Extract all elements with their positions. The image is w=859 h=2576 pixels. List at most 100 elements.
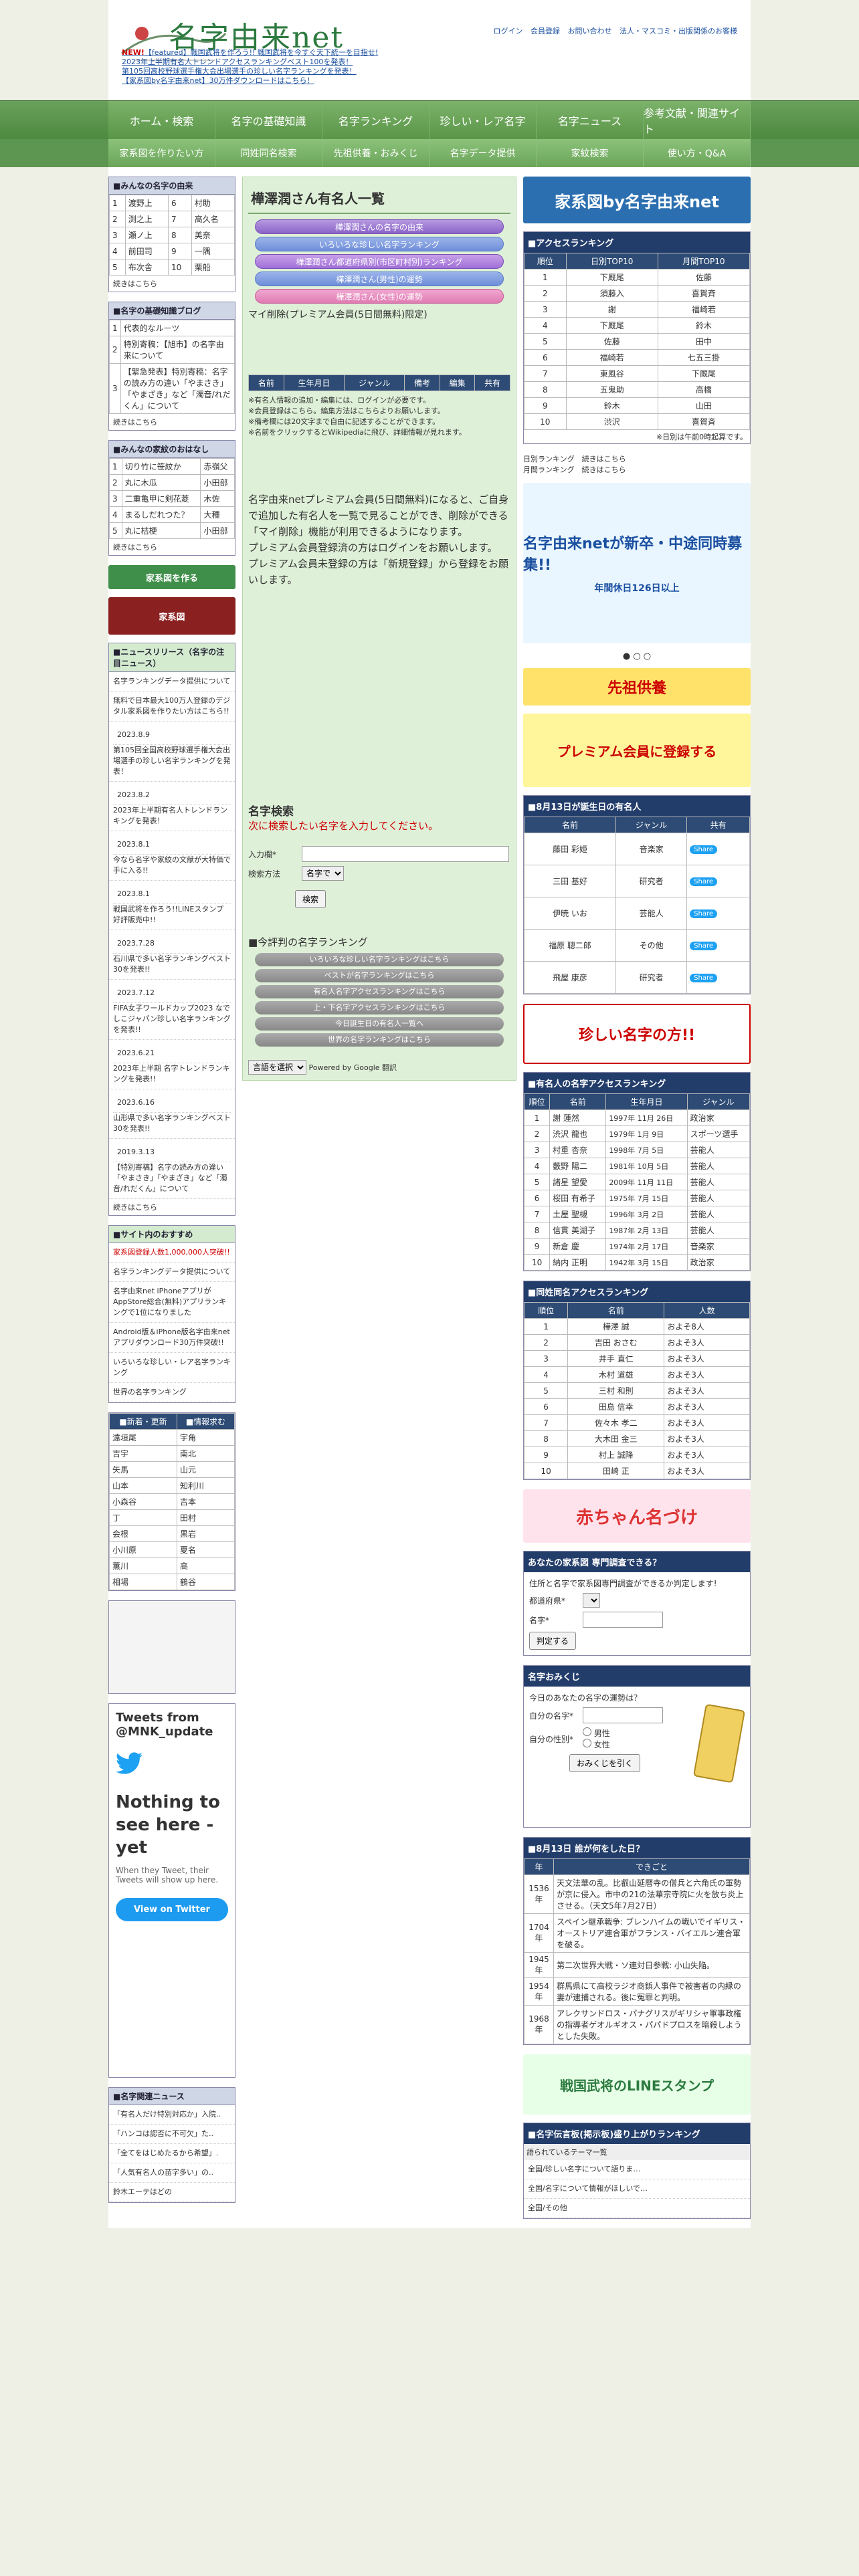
language-select[interactable]: 言語を選択 bbox=[248, 1060, 306, 1075]
list-item[interactable]: 名字由来net iPhoneアプリがAppStore総合(無料)アプリランキング… bbox=[109, 1282, 235, 1323]
table-row: 1 下厩尾 佐藤 bbox=[524, 269, 751, 286]
list-item[interactable]: 2023.6.16 山形県で多い名字ランキングベスト30を発表!! bbox=[109, 1089, 235, 1139]
board-box: ■名字伝言板(掲示板)盛り上がりランキング 語られているテーマ一覧 全国/珍しい… bbox=[523, 2123, 751, 2219]
search-method-select[interactable]: 名字で bbox=[302, 866, 344, 881]
subnav-kamon[interactable]: 家紋検索 bbox=[537, 139, 644, 167]
header-links: ログイン 会員登録 お問い合わせ 法人・マスコミ・出版関係のお客様 bbox=[488, 25, 738, 36]
origin-pill[interactable]: 樺澤潤さんの名字の由来 bbox=[255, 219, 504, 234]
list-item[interactable]: 無料で日本最大100万人登録のデジタル家系図を作りたい方はこちら!! bbox=[109, 691, 235, 722]
list-item[interactable]: 世界の名字ランキング bbox=[109, 1383, 235, 1402]
my-delete-link[interactable]: マイ削除(プレミアム会員(5日間無料)限定) bbox=[248, 308, 510, 321]
subnav-data[interactable]: 名字データ提供 bbox=[430, 139, 537, 167]
male-fortune-pill[interactable]: 樺澤潤さん(男性)の運勢 bbox=[255, 272, 504, 286]
list-item[interactable]: 2023.8.1 戦国武将を作ろう!!LINEスタンプ 好評販売中!! bbox=[109, 881, 235, 930]
kakeizu-count-banner[interactable]: 家系図 bbox=[108, 597, 235, 635]
contact-link[interactable]: お問い合わせ bbox=[568, 27, 612, 35]
prefecture-select[interactable] bbox=[583, 1593, 600, 1608]
rare-ranking-pill[interactable]: いろいろな珍しい名字ランキング bbox=[255, 237, 504, 251]
omikuji-button[interactable]: おみくじを引く bbox=[569, 1754, 641, 1772]
premium-banner[interactable]: プレミアム会員に登録する bbox=[523, 714, 751, 787]
share-button[interactable]: Share bbox=[690, 973, 718, 982]
register-link[interactable]: 会員登録 bbox=[531, 27, 560, 35]
kakeizu-name-input[interactable] bbox=[583, 1612, 663, 1628]
pref-ranking-pill[interactable]: 樺澤潤さん都道府県別(市区町村別)ランキング bbox=[255, 254, 504, 269]
list-item[interactable]: 2023.8.1 今なら名字や家紋の文献が大特価で手に入る!! bbox=[109, 831, 235, 881]
table-row: 1 渡野上 6 村助 bbox=[109, 195, 235, 211]
subnav-kakeizu[interactable]: 家系図を作りたい方 bbox=[108, 139, 215, 167]
view-on-twitter-button[interactable]: View on Twitter bbox=[116, 1898, 228, 1921]
share-button[interactable]: Share bbox=[690, 941, 718, 950]
line-stamp-banner[interactable]: 戦国武将のLINEスタンプ bbox=[523, 2054, 751, 2115]
list-item[interactable]: 2023.6.21 2023年上半期 名字トレンドランキングを発表!! bbox=[109, 1040, 235, 1089]
premium-info: 名字由来netプレミアム会員(5日間無料)になると、ご自身で追加した有名人を一覧… bbox=[248, 494, 509, 586]
recruit-ad[interactable]: 名字由来netが新卒・中途同時募集!! 年間休日126日以上 bbox=[523, 483, 751, 643]
ticker-item[interactable]: 2023年上半期有名人トレンドアクセスランキングベスト100を発表！ bbox=[122, 58, 378, 67]
more-link[interactable]: 続きはこちら bbox=[109, 414, 235, 430]
more-link[interactable]: 続きはこちら bbox=[109, 276, 235, 292]
nav-basics[interactable]: 名字の基礎知識 bbox=[215, 101, 322, 139]
more-link[interactable]: 続きはこちら bbox=[109, 1199, 235, 1215]
login-link[interactable]: ログイン bbox=[494, 27, 523, 35]
list-item[interactable]: Android版＆iPhone版名字由来netアプリダウンロード30万件突破!! bbox=[109, 1323, 235, 1353]
list-item[interactable]: 2019.3.13 【特別寄稿】名字の読み方の違い「やまさき」「やまざき」など「濁… bbox=[109, 1139, 235, 1199]
kakeizu-banner[interactable]: 家系図を作る bbox=[108, 565, 235, 589]
judge-button[interactable]: 判定する bbox=[529, 1632, 577, 1650]
share-button[interactable]: Share bbox=[690, 877, 718, 886]
list-item[interactable]: 2023.8.9 第105回全国高校野球選手権大会出場選手の珍しい名字ランキングを… bbox=[109, 722, 235, 782]
list-item[interactable]: 2023.7.12 FIFA女子ワールドカップ2023 なでしこジャパン珍しい名字… bbox=[109, 980, 235, 1040]
nav-references[interactable]: 参考文献・関連サイト bbox=[644, 101, 751, 139]
omikuji-name-input[interactable] bbox=[583, 1707, 663, 1723]
nav-news[interactable]: 名字ニュース bbox=[537, 101, 644, 139]
subnav-samename[interactable]: 同姓同名検索 bbox=[215, 139, 322, 167]
list-item[interactable]: いろいろな珍しい・レア名字ランキング bbox=[109, 1353, 235, 1383]
table-row: 三田 基好 研究者 Share bbox=[523, 865, 750, 897]
ticker-item[interactable]: 第105回高校野球選手権大会出場選手の珍しい名字ランキングを発表！ bbox=[122, 67, 378, 76]
ticker-item[interactable]: NEW!【featured】戦国武将を作ろう!! 戦国武将を今すぐ天下統一を目指… bbox=[122, 48, 378, 58]
list-item[interactable]: 名字ランキングデータ提供について bbox=[109, 672, 235, 691]
kakeizu-app-banner[interactable]: 家系図by名字由来net bbox=[523, 177, 751, 223]
female-fortune-pill[interactable]: 樺澤潤さん(女性)の運勢 bbox=[255, 289, 504, 304]
table-row: 遠垣尾 宇角 bbox=[108, 1429, 235, 1446]
nav-rare[interactable]: 珍しい・レア名字 bbox=[430, 101, 537, 139]
ticker-item[interactable]: 【家系図by名字由来net】30万件ダウンロードはこちら！ bbox=[122, 76, 378, 86]
news-release-box: ■ニュースリリース（名字の注目ニュース） 名字ランキングデータ提供について 無料… bbox=[108, 643, 235, 1216]
female-radio[interactable] bbox=[583, 1739, 591, 1747]
list-item[interactable]: 「人気有名人の苗字多い」の.. bbox=[109, 2163, 235, 2183]
subnav-help[interactable]: 使い方・Q&A bbox=[644, 139, 751, 167]
translate-widget: 言語を選択 Powered by Google 翻訳 bbox=[248, 1060, 510, 1075]
table-row: 7 東風谷 下厩尾 bbox=[524, 365, 751, 382]
search-button[interactable]: 検索 bbox=[295, 890, 326, 908]
share-button[interactable]: Share bbox=[690, 845, 718, 854]
list-item[interactable]: 「ハンコは認否に不可欠」た.. bbox=[109, 2125, 235, 2144]
list-item[interactable]: 「有名人だけ特別対応か」入院.. bbox=[109, 2105, 235, 2125]
corporate-link[interactable]: 法人・マスコミ・出版関係のお客様 bbox=[619, 27, 737, 35]
nav-ranking[interactable]: 名字ランキング bbox=[322, 101, 430, 139]
carousel-dots[interactable]: ● ○ ○ bbox=[523, 651, 751, 661]
list-item[interactable]: 名字ランキングデータ提供について bbox=[109, 1263, 235, 1282]
baby-name-banner[interactable]: 赤ちゃん名づけ bbox=[523, 1489, 751, 1543]
list-item[interactable]: 家系図登録人数1,000,000人突破!! bbox=[109, 1243, 235, 1263]
list-item[interactable]: 全国/その他 bbox=[524, 2199, 750, 2218]
basics-blog-box: ■名字の基礎知識ブログ 1 代表的なルーツ 2 特別寄稿：【旭市】の名字由来について… bbox=[108, 302, 235, 431]
nav-home[interactable]: ホーム・検索 bbox=[108, 101, 215, 139]
subnav-omikuji[interactable]: 先祖供養・おみくじ bbox=[322, 139, 430, 167]
list-item[interactable]: 2023.7.28 石川県で多い名字ランキングベスト30を発表!! bbox=[109, 930, 235, 980]
list-item[interactable]: 鈴木エーテはどの bbox=[109, 2183, 235, 2202]
history-box: ■8月13日 誰が何をした日？ 年できごと 1536年 天文法華の乱。比叡山延暦寺… bbox=[523, 1837, 751, 2045]
table-row: 8 信貫 美湖子 1987年 2月 13日 芸能人 bbox=[523, 1222, 751, 1239]
new-info-box: ■新着・更新 ■情報求む 遠垣尾 宇角 吉宇 南北 矢馬 山元 山本 知利川 小森谷 吉本 … bbox=[108, 1412, 235, 1591]
facebook-widget[interactable] bbox=[108, 1600, 235, 1694]
more-link[interactable]: 続きはこちら bbox=[109, 539, 235, 555]
list-item[interactable]: 全国/珍しい名字について語りま… bbox=[524, 2160, 750, 2179]
list-item[interactable]: 全国/名字について情報がほしいで… bbox=[524, 2179, 750, 2199]
list-item[interactable]: 「全てをはじめたるから希望」. bbox=[109, 2144, 235, 2163]
rare-name-banner[interactable]: 珍しい名字の方!! bbox=[523, 1004, 751, 1064]
share-button[interactable]: Share bbox=[690, 909, 718, 918]
search-input[interactable] bbox=[302, 846, 509, 862]
site-header: 名字由来net ログイン 会員登録 お問い合わせ 法人・マスコミ・出版関係のお客… bbox=[108, 0, 751, 100]
senzo-banner[interactable]: 先祖供養 bbox=[523, 668, 751, 706]
omikuji-box: 名字おみくじ 今日のあなたの名字の運勢は？ 自分の名字* 自分の性別* 男性 女… bbox=[523, 1665, 751, 1828]
list-item[interactable]: 2023.8.2 2023年上半期有名人トレンドランキングを発表！ bbox=[109, 782, 235, 831]
male-radio[interactable] bbox=[583, 1727, 591, 1736]
right-column: 家系図by名字由来net ■アクセスランキング 順位 日別TOP10 月間TOP10… bbox=[523, 177, 751, 2228]
